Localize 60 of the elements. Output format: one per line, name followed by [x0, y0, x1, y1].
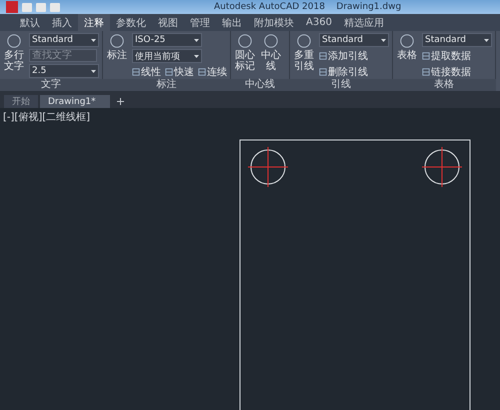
tool-button[interactable]: 提取数据 [431, 49, 471, 63]
viewport-label[interactable]: [-][俯视][二维线框] [3, 110, 90, 124]
large-tool-button[interactable]: 中心线 [260, 33, 282, 79]
tool-button[interactable]: 连续 [207, 65, 227, 79]
caret-icon [91, 70, 96, 72]
circle-icon [399, 33, 415, 49]
style-dropdown[interactable]: ISO-25 [132, 33, 202, 47]
style-dropdown[interactable]: 使用当前项 [132, 49, 202, 63]
style-dropdown[interactable]: 2.5 [29, 64, 99, 78]
ribbon-tab[interactable]: 输出 [216, 14, 248, 31]
tool-button[interactable]: 链接数据 [431, 65, 471, 79]
circle-with-crosshair [422, 146, 462, 188]
tool-button[interactable]: 添加引线 [328, 49, 368, 63]
ribbon-tab[interactable]: 管理 [184, 14, 216, 31]
ribbon-tab[interactable]: 精选应用 [338, 14, 390, 31]
tool-icon [422, 52, 430, 60]
tool-button[interactable]: 删除引线 [328, 65, 368, 79]
tool-button[interactable]: 快速 [174, 65, 194, 79]
caret-icon [194, 38, 199, 42]
circle-icon [296, 33, 312, 49]
ribbon-tab[interactable]: A360 [300, 14, 338, 31]
caret-icon [91, 38, 96, 42]
circle-with-crosshair [248, 146, 288, 188]
tool-icon [319, 68, 327, 76]
style-dropdown[interactable]: Standard [319, 33, 389, 47]
tool-button[interactable]: 线性 [141, 65, 161, 79]
file-tab[interactable]: 开始 [4, 95, 38, 108]
circle-icon [6, 33, 22, 49]
large-tool-button[interactable]: 表格 [396, 33, 418, 79]
panel-title: 文字 [0, 79, 103, 91]
large-tool-button[interactable]: 标注 [106, 33, 128, 79]
circle-icon [237, 33, 253, 49]
tool-icon [198, 68, 206, 76]
tool-icon [319, 52, 327, 60]
circle-icon [263, 33, 279, 49]
file-tab[interactable]: Drawing1* [40, 95, 110, 108]
large-tool-button[interactable]: 圆心标记 [234, 33, 256, 79]
ribbon-tab[interactable]: 默认 [14, 14, 46, 31]
ribbon-tab[interactable]: 视图 [152, 14, 184, 31]
ribbon-tab[interactable]: 附加模块 [248, 14, 300, 31]
panel-title: 中心线 [230, 79, 290, 91]
ribbon-tab[interactable]: 插入 [46, 14, 78, 31]
panel-title: 标注 [102, 79, 231, 91]
window-title: Autodesk AutoCAD 2018 Drawing1.dwg [214, 2, 402, 12]
circle-icon [109, 33, 125, 49]
caret-icon [484, 38, 489, 42]
caret-icon [194, 54, 199, 58]
tool-icon [422, 68, 430, 76]
tool-icon [132, 68, 140, 76]
large-tool-button[interactable]: 多行文字 [3, 33, 25, 79]
ribbon-tab[interactable]: 注释 [78, 14, 110, 31]
large-tool-button[interactable]: 多重引线 [293, 33, 315, 79]
style-dropdown[interactable]: Standard [422, 33, 492, 47]
tool-icon [165, 68, 173, 76]
caret-icon [381, 38, 386, 42]
style-dropdown[interactable]: Standard [29, 33, 99, 47]
add-tab-icon[interactable] [116, 97, 125, 106]
panel-title: 表格 [392, 79, 496, 91]
ribbon-tab[interactable]: 参数化 [110, 14, 152, 31]
panel-title: 引线 [289, 79, 393, 91]
